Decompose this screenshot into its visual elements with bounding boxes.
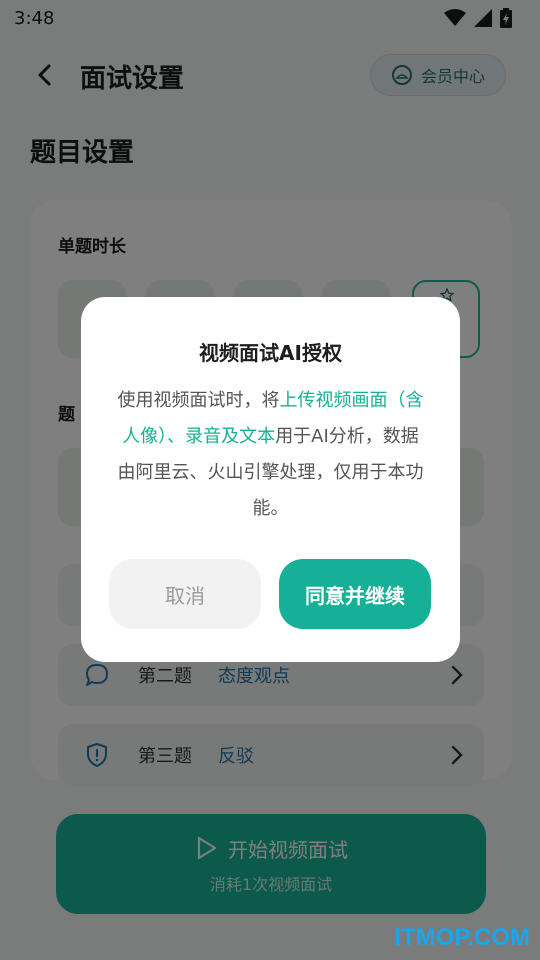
- ai-authorization-dialog: 视频面试AI授权 使用视频面试时，将上传视频画面（含人像）、录音及文本用于AI分…: [81, 297, 460, 662]
- cancel-button[interactable]: 取消: [109, 559, 261, 629]
- watermark: ITMOP.COM: [394, 924, 530, 951]
- dialog-title: 视频面试AI授权: [199, 341, 342, 365]
- agree-continue-button[interactable]: 同意并继续: [279, 559, 431, 629]
- dialog-body: 使用视频面试时，将上传视频画面（含人像）、录音及文本用于AI分析，数据由阿里云、…: [115, 383, 426, 527]
- dialog-body-prefix: 使用视频面试时，将: [117, 390, 280, 411]
